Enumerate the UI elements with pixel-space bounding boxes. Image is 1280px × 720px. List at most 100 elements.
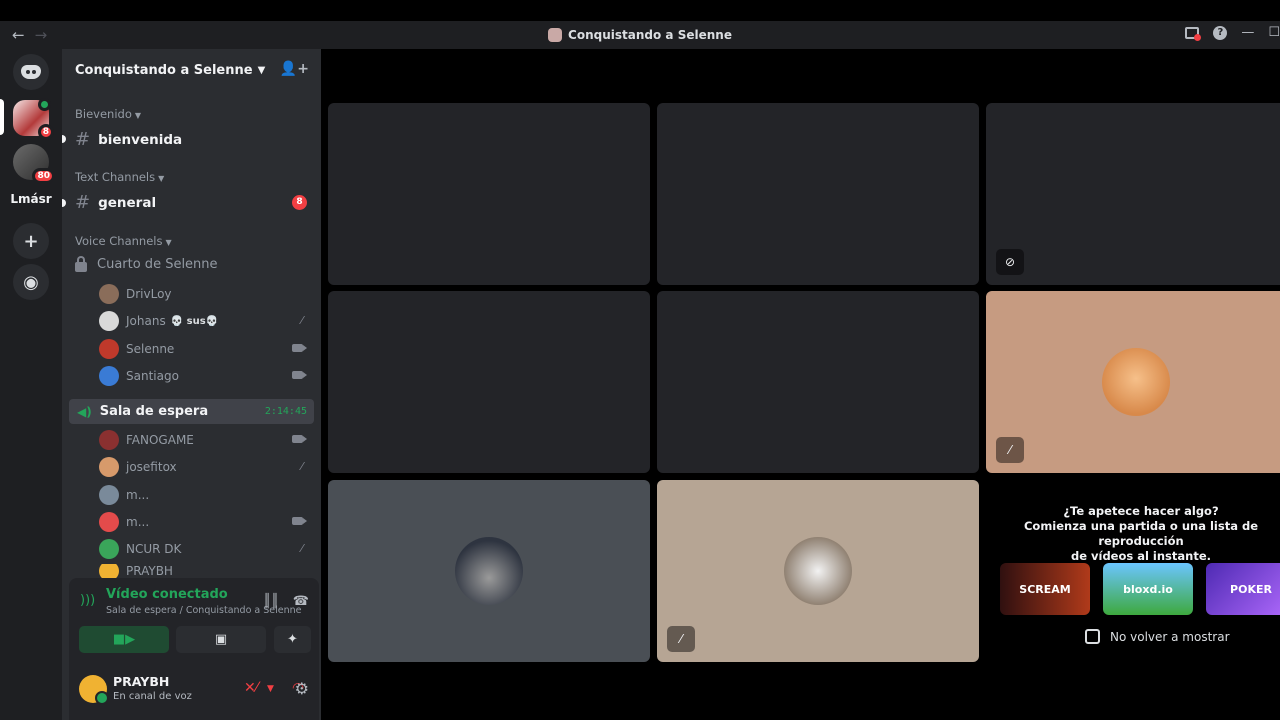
call-timer: 2:14:45 <box>264 406 307 417</box>
server-badge-2: 80 <box>32 168 55 184</box>
server-text-label[interactable]: Lmásr <box>8 192 54 206</box>
voice-connection-panel: ))) Vídeo conectado Sala de espera / Con… <box>69 578 319 662</box>
home-button[interactable] <box>13 54 49 90</box>
muted-mic-icon: ⁄ <box>301 460 303 473</box>
channel-sidebar: Conquistando a Selenne ▼ 👤+ Bievenido ▼ # b… <box>62 49 321 720</box>
maximize-icon[interactable]: ☐ <box>1268 25 1280 40</box>
video-tile[interactable] <box>328 291 650 473</box>
avatar[interactable] <box>79 675 109 705</box>
activities-button[interactable]: ✦ <box>274 626 311 653</box>
user-name[interactable]: PRAYBH <box>113 674 169 689</box>
video-tile[interactable] <box>328 103 650 285</box>
muted-mic-icon: ⁄ <box>667 626 695 652</box>
gear-icon[interactable]: ⚙ <box>295 679 309 698</box>
promo-line: ¿Te apetece hacer algo? <box>1063 504 1219 518</box>
category-voice[interactable]: Voice Channels ▼ <box>75 234 172 248</box>
voice-channel-cuarto[interactable]: Cuarto de Selenne <box>75 255 218 272</box>
checkbox[interactable] <box>1085 629 1100 644</box>
signal-icon[interactable]: ))) <box>80 593 95 608</box>
category-voice-label: Voice Channels <box>75 234 163 248</box>
voice-user[interactable]: FANOGAME <box>99 428 309 452</box>
avatar <box>99 457 119 477</box>
video-tile[interactable]: ⁄ <box>986 291 1280 473</box>
server-list: 8 80 Lmásr + ◉ <box>0 49 62 720</box>
avatar <box>99 311 119 331</box>
server-conquistando-selenne[interactable]: 8 <box>13 98 54 140</box>
video-tile[interactable]: ⊘ <box>986 103 1280 285</box>
channel-label: bienvenida <box>98 131 183 148</box>
voice-user[interactable]: NCUR DK ⁄ <box>99 537 309 561</box>
channel-bienvenida[interactable]: # bienvenida <box>75 129 182 150</box>
selected-server-pill <box>0 99 4 135</box>
title-bar-controls: ? — ☐ <box>1185 25 1280 41</box>
disconnect-icon[interactable]: ☎ <box>293 594 309 609</box>
avatar <box>99 430 119 450</box>
video-grid: ⊘ ⁄ ⁄ ¿Te apetece hacer algo? Comienza u… <box>321 49 1280 720</box>
voice-user[interactable]: Santiago <box>99 364 309 388</box>
chevron-down-icon[interactable]: ▼ <box>267 684 274 694</box>
mic-muted-icon[interactable]: ✕⁄ <box>244 680 258 696</box>
dont-show-again[interactable]: No volver a mostrar <box>1085 629 1230 644</box>
voice-user[interactable]: m... <box>99 510 309 534</box>
add-friend-icon[interactable]: 👤+ <box>280 61 309 77</box>
camera-icon: ■▶ <box>112 632 136 647</box>
game-card[interactable]: SCREAM <box>1000 563 1090 615</box>
mention-badge: 8 <box>292 195 307 210</box>
hash-icon: # <box>75 192 91 213</box>
video-tile[interactable] <box>657 291 979 473</box>
category-text-label: Text Channels <box>75 170 156 184</box>
channel-general[interactable]: # general <box>75 192 307 213</box>
voice-channel-sala[interactable]: ◀) Sala de espera 2:14:45 <box>69 399 314 424</box>
help-icon[interactable]: ? <box>1213 25 1228 40</box>
voice-user-name: josefitox <box>126 460 177 474</box>
category-welcome[interactable]: Bievenido ▼ <box>75 107 141 121</box>
voice-user[interactable]: DrivLoy <box>99 282 309 306</box>
top-black-bar <box>0 0 1280 21</box>
hash-icon: # <box>75 129 91 150</box>
discord-logo-icon <box>21 65 41 79</box>
inbox-icon[interactable] <box>1185 26 1202 41</box>
channel-label: Sala de espera <box>99 404 209 419</box>
game-card[interactable]: bloxd.io <box>1103 563 1193 615</box>
voice-user[interactable]: m... <box>99 483 309 507</box>
muted-mic-icon: ⁄ <box>996 437 1024 463</box>
voice-panel-icons: ║║ ☎ <box>263 594 309 609</box>
chevron-down-icon: ▼ <box>158 174 165 183</box>
voice-user[interactable]: Johans 💀 sus💀 ⁄ <box>99 309 309 333</box>
avatar <box>99 339 119 359</box>
video-tile[interactable] <box>328 480 650 662</box>
avatar <box>455 537 523 605</box>
activities-icon: ✦ <box>287 632 298 647</box>
promo-text: ¿Te apetece hacer algo? Comienza una par… <box>981 504 1280 564</box>
video-tile[interactable] <box>657 103 979 285</box>
camera-icon <box>292 342 307 355</box>
camera-icon <box>292 433 307 446</box>
voice-user-name: DrivLoy <box>126 287 172 301</box>
minimize-icon[interactable]: — <box>1241 25 1254 40</box>
video-button[interactable]: ■▶ <box>79 626 169 653</box>
avatar <box>99 564 119 578</box>
activity-promo: ¿Te apetece hacer algo? Comienza una par… <box>986 480 1280 662</box>
chevron-down-icon: ▼ <box>257 64 266 76</box>
video-tile[interactable]: ⁄ <box>657 480 979 662</box>
avatar <box>99 512 119 532</box>
screen-share-button[interactable]: ▣ <box>176 626 266 653</box>
voice-user[interactable]: josefitox ⁄ <box>99 455 309 479</box>
category-text[interactable]: Text Channels ▼ <box>75 170 164 184</box>
speaker-icon: ◀) <box>77 404 92 419</box>
camera-off-icon: ⊘ <box>996 249 1024 275</box>
compass-icon[interactable]: ◉ <box>13 264 49 300</box>
voice-user[interactable]: PRAYBH <box>99 564 309 578</box>
voice-user-name: m... <box>126 488 150 502</box>
add-server-icon[interactable]: + <box>13 223 49 259</box>
voice-user[interactable]: Selenne <box>99 337 309 361</box>
avatar <box>99 539 119 559</box>
voice-connected-title[interactable]: Vídeo conectado <box>106 587 228 602</box>
game-card[interactable]: POKER <box>1206 563 1280 615</box>
voice-user-name: Santiago <box>126 369 179 383</box>
server-header[interactable]: Conquistando a Selenne ▼ 👤+ <box>62 49 321 91</box>
camera-icon <box>292 369 307 382</box>
server-2[interactable]: 80 <box>13 144 55 184</box>
noise-suppression-icon[interactable]: ║║ <box>263 594 279 609</box>
user-panel: PRAYBH En canal de voz ✕⁄ ▼ ◠ ⚙ <box>69 662 319 720</box>
